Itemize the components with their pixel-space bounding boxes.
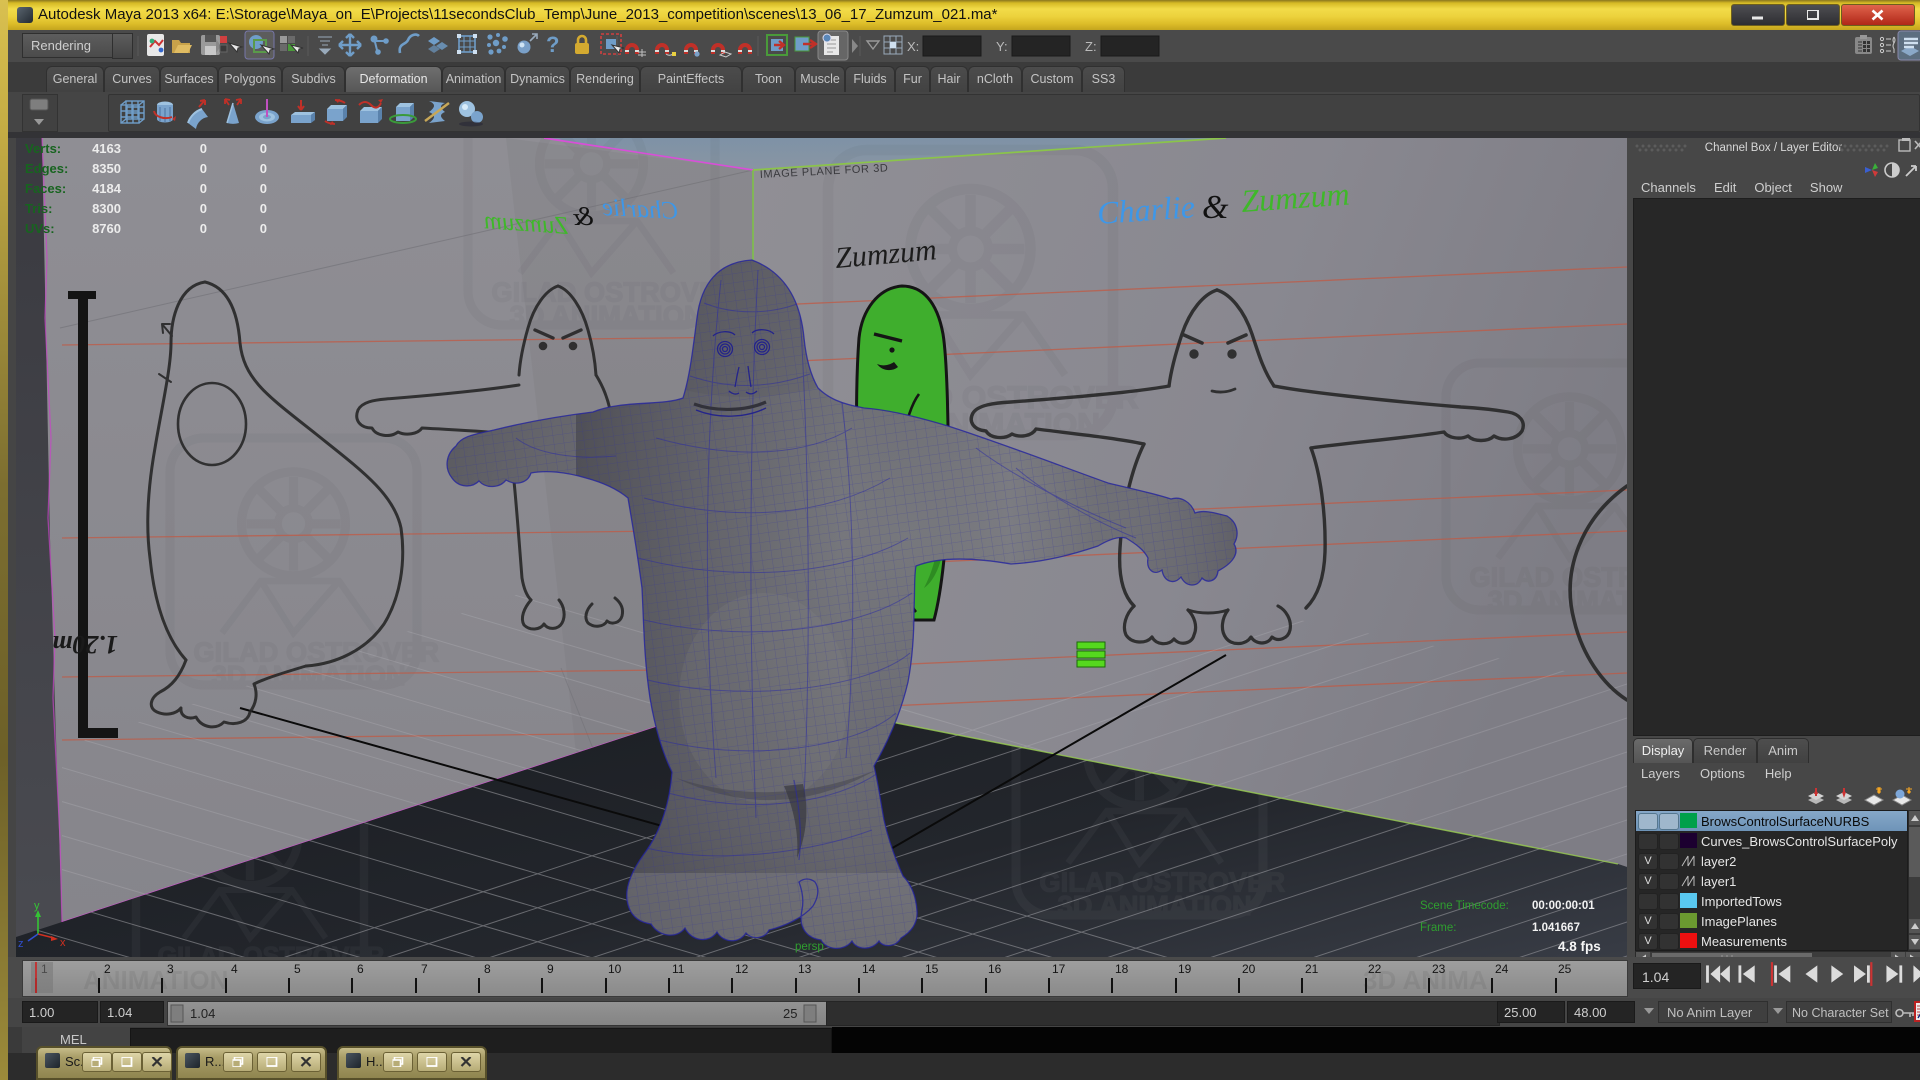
svg-text:25: 25: [783, 1006, 797, 1021]
svg-text:16: 16: [988, 962, 1002, 976]
svg-text:12: 12: [735, 962, 749, 976]
svg-text:?: ?: [546, 32, 559, 57]
svg-text:0: 0: [260, 221, 267, 236]
svg-text:17: 17: [1052, 962, 1066, 976]
svg-text:Charlie: Charlie: [601, 194, 679, 225]
svg-text:Frame:: Frame:: [1420, 922, 1456, 934]
svg-text:Faces:: Faces:: [25, 181, 66, 196]
svg-text:&: &: [1202, 189, 1229, 226]
svg-text:0: 0: [260, 161, 267, 176]
svg-text:8760: 8760: [92, 221, 121, 236]
svg-text:Y:: Y:: [996, 39, 1008, 54]
svg-text:5: 5: [294, 962, 301, 976]
svg-text:24: 24: [1495, 962, 1509, 976]
svg-text:Edges:: Edges:: [25, 161, 68, 176]
svg-text:Tris:: Tris:: [25, 201, 52, 216]
svg-text:00:00:00:01: 00:00:00:01: [1532, 900, 1595, 912]
svg-text:y: y: [34, 900, 40, 912]
svg-text:8: 8: [484, 962, 491, 976]
svg-text:0: 0: [200, 161, 207, 176]
svg-text:ANIMATION: ANIMATION: [83, 965, 228, 994]
svg-text:&: &: [573, 201, 594, 231]
svg-text:1.20m: 1.20m: [52, 630, 118, 659]
svg-text:Verts:: Verts:: [25, 141, 61, 156]
svg-text:1.04: 1.04: [190, 1006, 215, 1021]
svg-text:Charlie: Charlie: [1096, 188, 1196, 231]
svg-text:0: 0: [260, 141, 267, 156]
svg-text:7: 7: [421, 962, 428, 976]
svg-text:0: 0: [260, 201, 267, 216]
svg-text:0: 0: [200, 141, 207, 156]
svg-text:0: 0: [200, 181, 207, 196]
svg-text:Zumzum: Zumzum: [1240, 176, 1351, 219]
svg-text:3D ANIMA: 3D ANIMA: [1363, 965, 1488, 994]
svg-text:UVs:: UVs:: [25, 221, 55, 236]
svg-text:18: 18: [1115, 962, 1129, 976]
svg-text:25: 25: [1558, 962, 1572, 976]
svg-text:11: 11: [672, 962, 685, 976]
svg-text:Scene Timecode:: Scene Timecode:: [1420, 900, 1509, 912]
svg-text:9: 9: [547, 962, 554, 976]
svg-text:X:: X:: [907, 39, 919, 54]
svg-text:1.041667: 1.041667: [1532, 922, 1580, 934]
svg-text:4184: 4184: [92, 181, 122, 196]
svg-text:z: z: [18, 938, 24, 950]
svg-text:13: 13: [798, 962, 812, 976]
svg-text:x: x: [60, 937, 66, 949]
svg-text:4: 4: [231, 962, 238, 976]
svg-text:20: 20: [1242, 962, 1256, 976]
svg-text:8300: 8300: [92, 201, 121, 216]
svg-text:6: 6: [357, 962, 364, 976]
svg-text:4163: 4163: [92, 141, 121, 156]
svg-text:14: 14: [862, 962, 876, 976]
svg-text:Z:: Z:: [1085, 39, 1097, 54]
svg-text:0: 0: [260, 181, 267, 196]
svg-text:15: 15: [925, 962, 939, 976]
svg-text:0: 0: [200, 221, 207, 236]
svg-text:0: 0: [200, 201, 207, 216]
svg-text:8350: 8350: [92, 161, 121, 176]
svg-text:10: 10: [608, 962, 622, 976]
svg-text:19: 19: [1178, 962, 1192, 976]
svg-text:4.8 fps: 4.8 fps: [1558, 939, 1601, 954]
svg-text:persp: persp: [795, 941, 824, 953]
svg-text:21: 21: [1305, 962, 1319, 976]
